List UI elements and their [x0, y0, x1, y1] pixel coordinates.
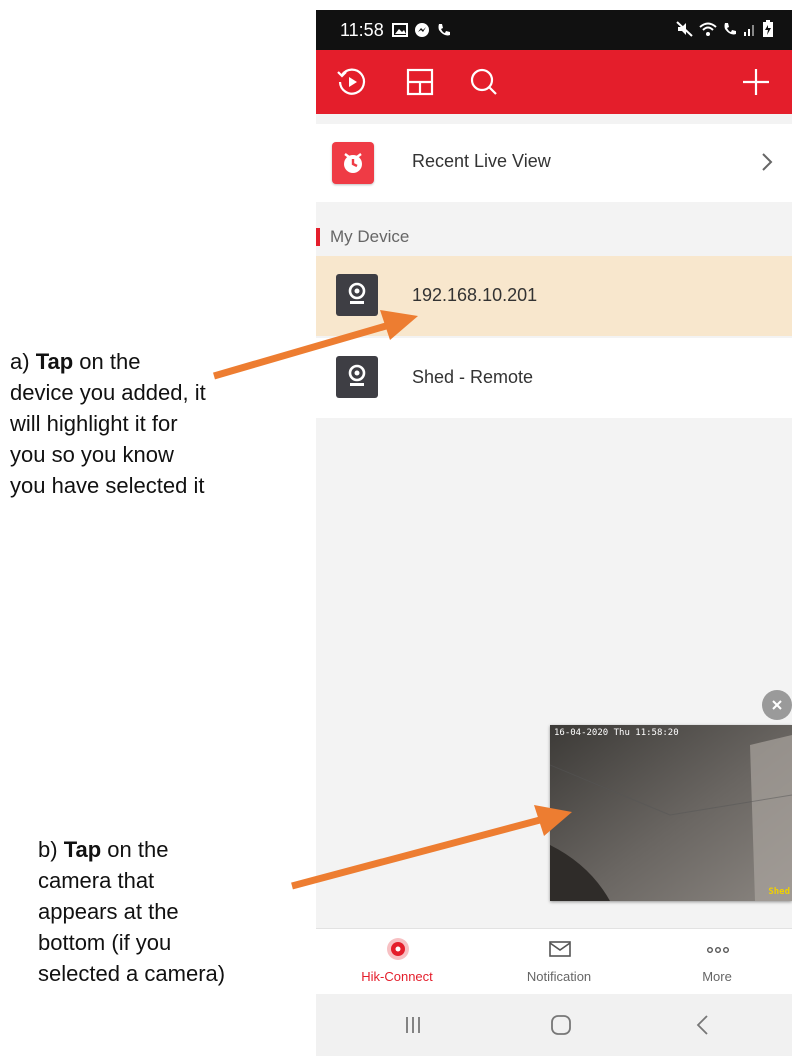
camera-feed-image: [550, 725, 792, 901]
tab-more[interactable]: More: [642, 929, 792, 995]
system-nav-bar: [316, 994, 792, 1056]
status-right-icons: [676, 20, 774, 38]
wifi-icon: [699, 22, 717, 36]
chevron-right-icon: [762, 153, 773, 171]
bottom-tab-bar: Hik-Connect Notification More: [316, 928, 792, 995]
recent-live-view-row[interactable]: Recent Live View: [316, 124, 792, 202]
layout-icon[interactable]: [402, 64, 438, 100]
section-marker: [316, 228, 320, 246]
phone-screen: 11:58 Recent Live View My Device 192.168…: [316, 10, 792, 1056]
add-icon[interactable]: [738, 64, 774, 100]
back-icon[interactable]: [688, 1010, 718, 1040]
tab-hik-connect[interactable]: Hik-Connect: [322, 929, 472, 995]
recent-live-view-label: Recent Live View: [412, 151, 551, 171]
battery-icon: [763, 20, 773, 37]
camera-preview[interactable]: 16-04-2020 Thu 11:58:20 Shed: [550, 725, 792, 901]
annotation-a-prefix: a): [10, 349, 36, 374]
clock-icon: [332, 142, 374, 184]
device-row-selected[interactable]: 192.168.10.201: [316, 256, 792, 336]
camera-icon: [336, 274, 378, 316]
more-dots-icon: [707, 946, 730, 953]
annotation-b-prefix: b): [38, 837, 64, 862]
home-icon[interactable]: [546, 1010, 576, 1040]
annotation-a: a) Tap on the device you added, it will …: [10, 346, 206, 501]
status-left-icons: [391, 22, 452, 38]
my-device-header: My Device: [316, 220, 792, 254]
playback-icon[interactable]: [334, 64, 370, 100]
search-icon[interactable]: [466, 64, 502, 100]
status-time: 11:58: [340, 19, 384, 40]
tab-notification[interactable]: Notification: [484, 929, 634, 995]
app-bar: [316, 50, 792, 114]
camera-icon: [336, 356, 378, 398]
preview-channel-tag: Shed: [768, 887, 790, 897]
messenger-icon: [414, 23, 429, 37]
call-icon: [438, 24, 450, 36]
hik-connect-icon: [387, 938, 409, 960]
mute-icon: [676, 21, 693, 37]
wifi-call-icon: [724, 23, 736, 35]
tab-label: Hik-Connect: [361, 969, 433, 984]
device-row[interactable]: Shed - Remote: [316, 338, 792, 418]
gallery-icon: [391, 23, 408, 37]
my-device-label: My Device: [330, 227, 410, 246]
tab-label: More: [702, 969, 732, 984]
tab-label: Notification: [526, 969, 592, 984]
recents-icon[interactable]: [398, 1010, 428, 1040]
close-preview-button[interactable]: [762, 690, 792, 720]
device-label: Shed - Remote: [412, 367, 534, 387]
signal-icon: [744, 25, 754, 36]
preview-timestamp: 16-04-2020 Thu 11:58:20: [554, 728, 679, 738]
device-label: 192.168.10.201: [412, 285, 538, 305]
annotation-a-bold: Tap: [35, 349, 74, 374]
annotation-b: b) Tap on the camera that appears at the…: [38, 834, 228, 989]
annotation-b-bold: Tap: [63, 837, 102, 862]
status-bar: 11:58: [316, 10, 792, 50]
close-icon: [772, 700, 782, 710]
envelope-icon: [549, 941, 571, 957]
